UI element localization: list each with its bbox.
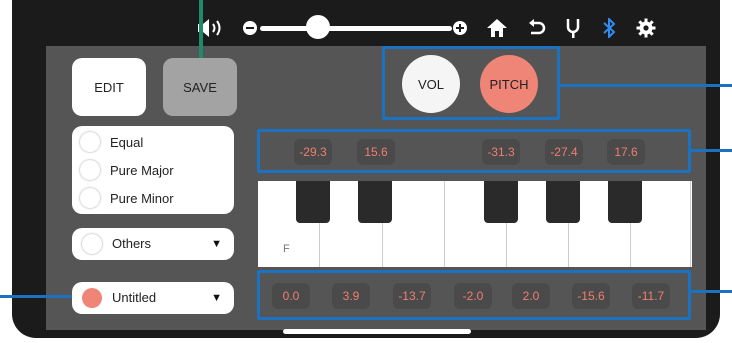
black-key-offset-chip[interactable]: -29.3 — [294, 139, 332, 165]
temperament-option-pure-minor[interactable]: Pure Minor — [80, 186, 174, 210]
edit-button[interactable]: EDIT — [72, 58, 146, 116]
chevron-down-icon: ▼ — [211, 292, 222, 304]
others-dropdown[interactable]: Others ▼ — [72, 228, 234, 260]
white-key-divider — [444, 181, 445, 267]
radio-circle — [80, 188, 100, 208]
device-frame: EDIT SAVE Equal Pure Major Pure Minor Ot… — [0, 0, 732, 343]
key-label-f: F — [283, 243, 290, 255]
black-key[interactable] — [546, 181, 580, 223]
tuning-fork-icon[interactable] — [564, 18, 582, 38]
preset-callout-line — [0, 295, 72, 298]
white-key-offset-chip[interactable]: 0.0 — [272, 283, 310, 309]
black-key-offset-chip[interactable]: -27.4 — [545, 139, 583, 165]
preset-label: Untitled — [112, 290, 157, 305]
preset-dropdown[interactable]: Untitled ▼ — [72, 282, 234, 314]
white-key-offset-chip[interactable]: -2.0 — [454, 283, 492, 309]
volume-slider[interactable] — [260, 26, 452, 31]
white-key-divider — [690, 181, 691, 267]
vol-button[interactable]: VOL — [402, 55, 460, 113]
preset-color-dot — [82, 288, 102, 308]
black-offsets-callout-line — [691, 149, 732, 152]
others-label: Others — [112, 236, 152, 251]
undo-icon[interactable] — [526, 18, 546, 38]
piano-keyboard[interactable]: F — [258, 181, 692, 267]
radio-circle — [80, 160, 100, 180]
plus-icon[interactable] — [452, 18, 468, 38]
top-toolbar — [196, 10, 718, 46]
volume-slider-knob[interactable] — [306, 15, 330, 39]
chevron-down-icon: ▼ — [211, 238, 222, 250]
minus-icon[interactable] — [242, 18, 258, 38]
white-key-offset-chip[interactable]: 3.9 — [332, 283, 370, 309]
black-key-offset-chip[interactable]: 17.6 — [607, 139, 645, 165]
option-label: Pure Major — [110, 162, 174, 178]
option-label: Equal — [110, 134, 144, 150]
black-key-offset-chip[interactable]: 15.6 — [357, 139, 395, 165]
temperament-option-pure-major[interactable]: Pure Major — [80, 158, 174, 182]
bluetooth-icon[interactable] — [601, 18, 617, 38]
option-label: Pure Minor — [110, 190, 174, 206]
home-indicator[interactable] — [283, 329, 471, 334]
radio-circle — [80, 132, 100, 152]
white-key-offset-chip[interactable]: 2.0 — [512, 283, 550, 309]
radio-circle — [82, 234, 102, 254]
save-button[interactable]: SAVE — [163, 58, 237, 116]
pitch-button[interactable]: PITCH — [480, 55, 538, 113]
temperament-list: Equal Pure Major Pure Minor — [72, 126, 234, 214]
vol-pitch-callout-line — [560, 84, 732, 87]
temperament-option-equal[interactable]: Equal — [80, 130, 143, 154]
white-key-offset-chip[interactable]: -11.7 — [632, 283, 670, 309]
black-key[interactable] — [484, 181, 518, 223]
home-icon[interactable] — [486, 18, 508, 38]
white-key-offset-chip[interactable]: -13.7 — [393, 283, 431, 309]
white-key-offset-chip[interactable]: -15.6 — [572, 283, 610, 309]
black-key[interactable] — [296, 181, 330, 223]
gear-icon[interactable] — [636, 18, 656, 38]
black-key[interactable] — [608, 181, 642, 223]
white-offsets-callout-line — [691, 290, 732, 293]
black-key[interactable] — [358, 181, 392, 223]
black-key-offset-chip[interactable]: -31.3 — [482, 139, 520, 165]
